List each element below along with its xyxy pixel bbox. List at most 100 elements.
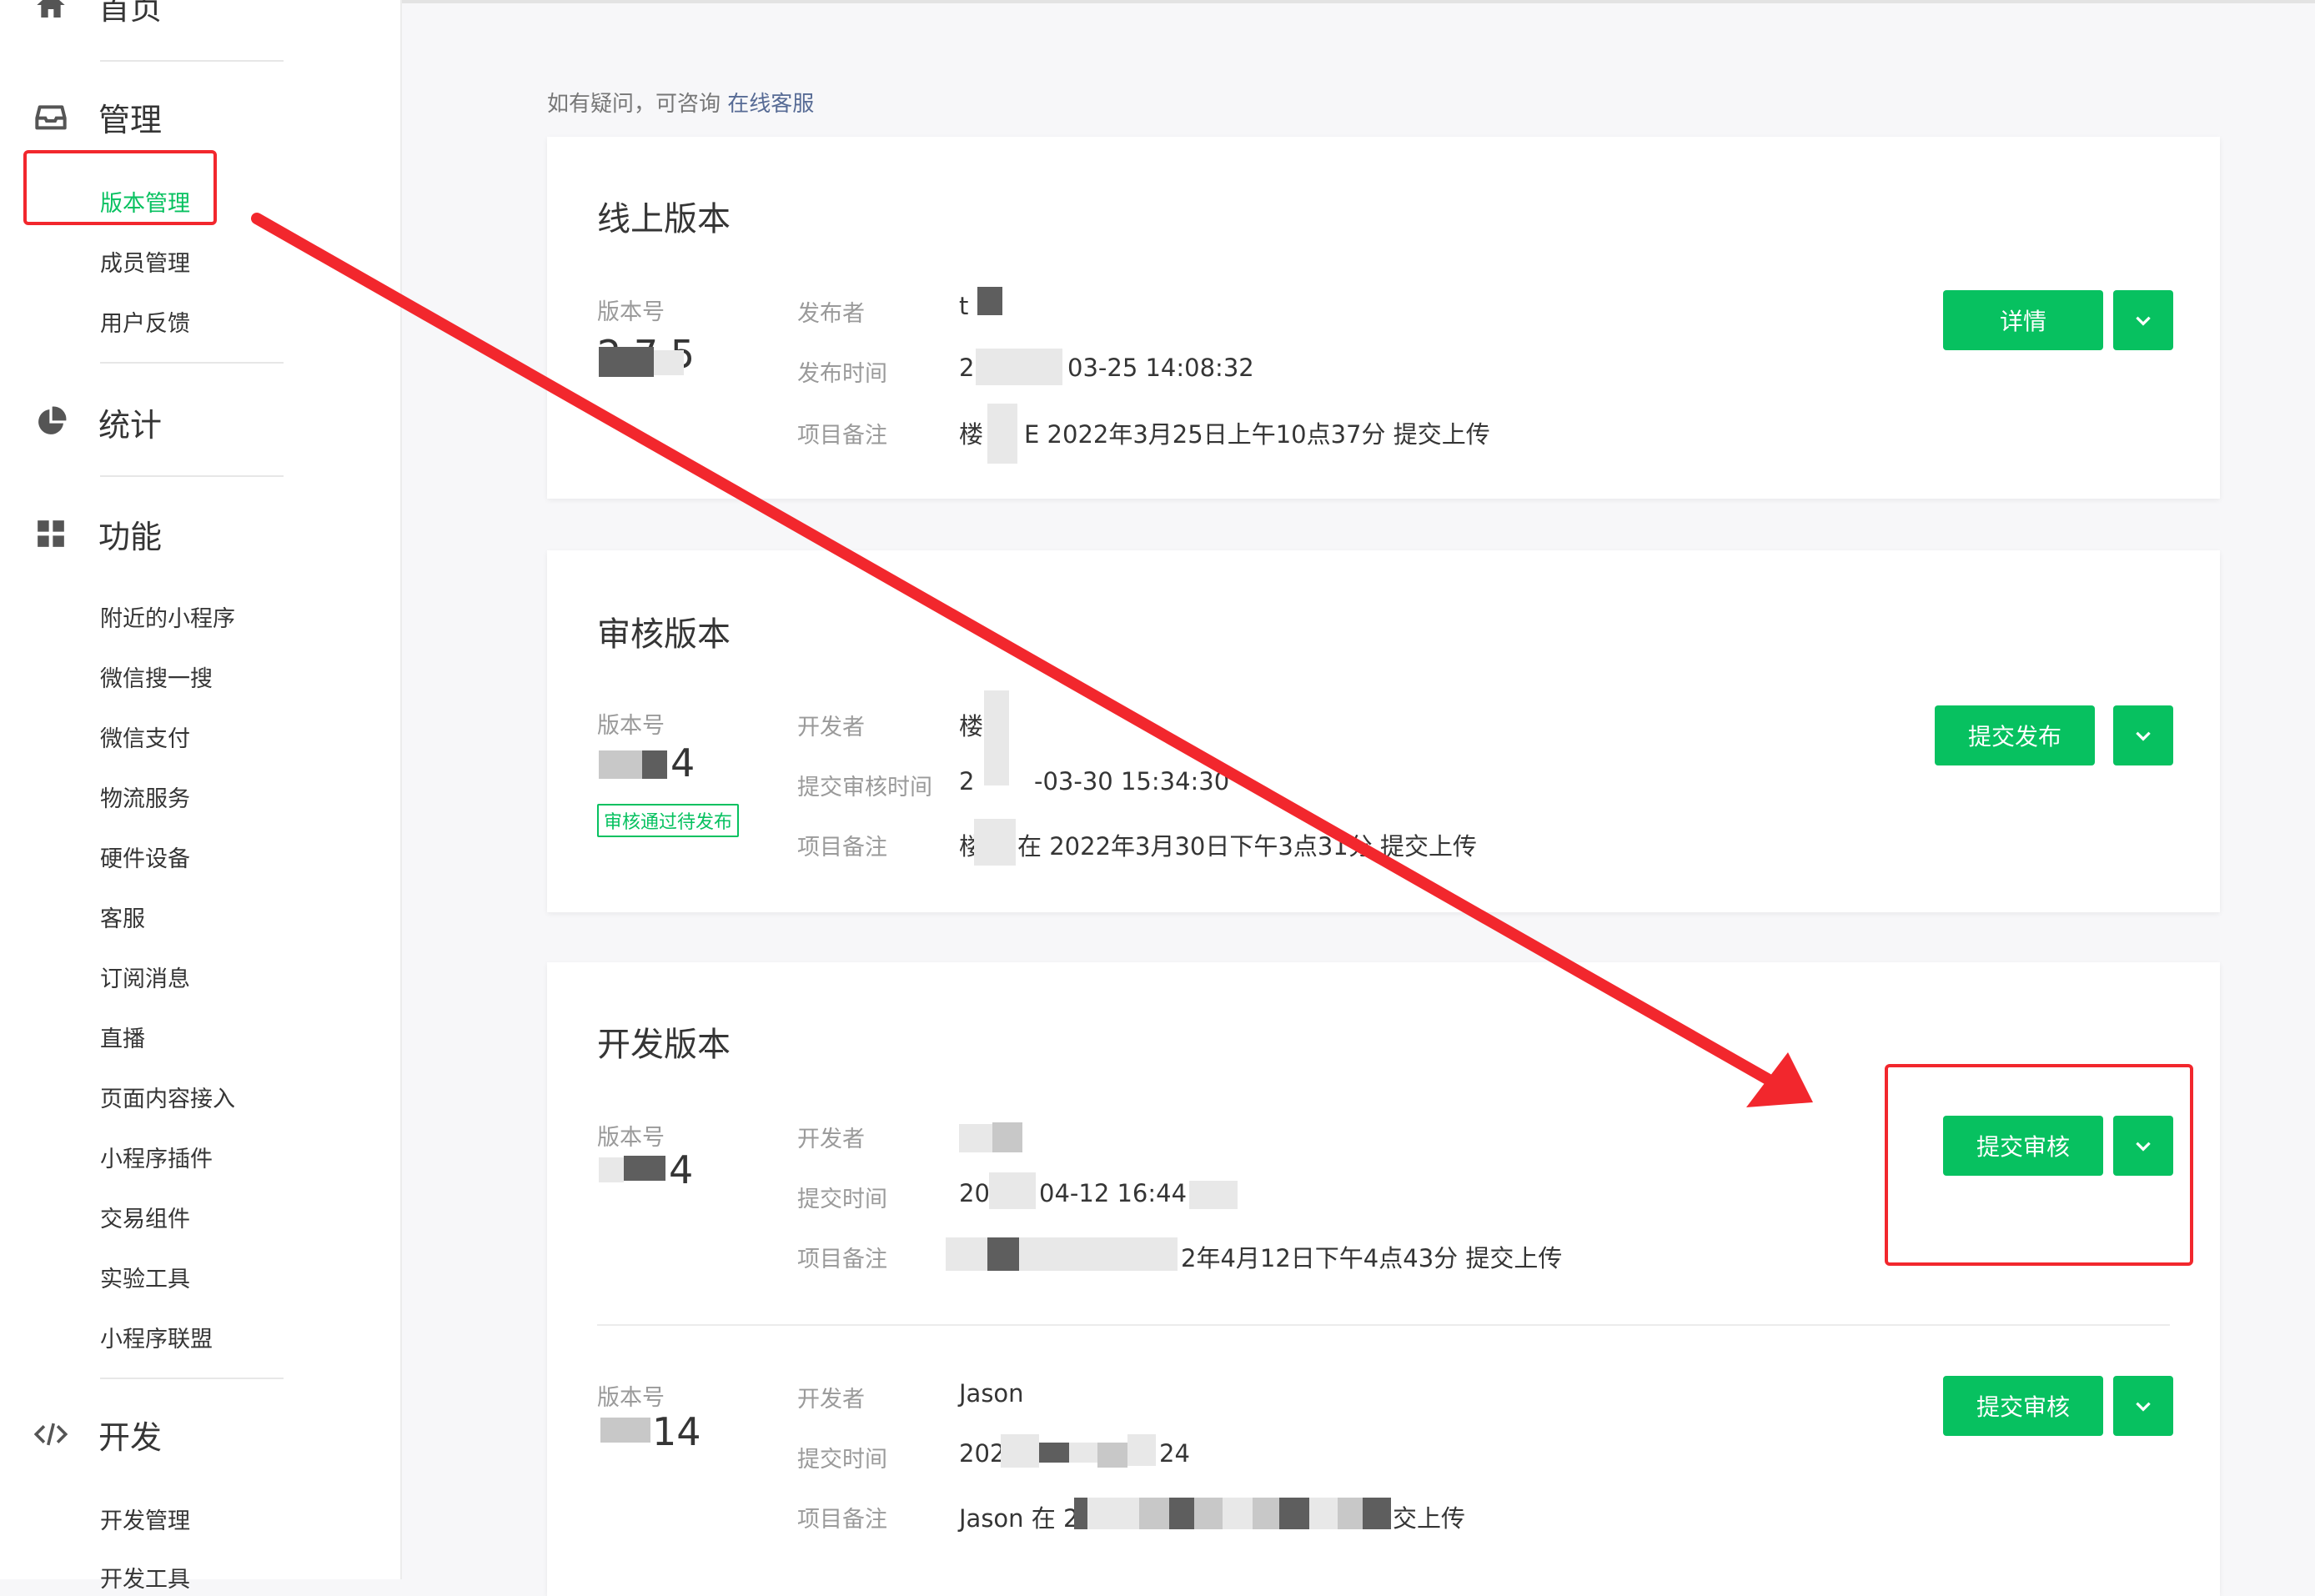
sidebar-item-hardware[interactable]: 硬件设备 bbox=[100, 841, 190, 873]
redacted-block bbox=[976, 349, 1062, 385]
redacted-block bbox=[1309, 1498, 1338, 1529]
more-dropdown-button[interactable] bbox=[2113, 1376, 2173, 1436]
note-value: 2年4月12日下午4点43分 提交上传 bbox=[1181, 1244, 1563, 1272]
sidebar-section-stats[interactable]: 统计 bbox=[33, 397, 162, 447]
version-label: 版本号 bbox=[597, 713, 665, 739]
redacted-block bbox=[1169, 1498, 1194, 1529]
help-hint-text: 如有疑问，可咨询 bbox=[547, 92, 721, 117]
developer-label: 开发者 bbox=[797, 1387, 865, 1413]
publish-time-prefix: 2 bbox=[959, 354, 975, 382]
annotation-highlight-version-management bbox=[23, 150, 217, 225]
submit-time-suffix: 24 bbox=[1159, 1439, 1190, 1468]
publish-time-label: 发布时间 bbox=[797, 361, 887, 387]
code-icon bbox=[33, 1417, 68, 1452]
main-content: 如有疑问，可咨询 在线客服 线上版本 版本号 2.7.5 发布者 t 发布时间 … bbox=[402, 0, 2315, 1596]
note-label: 项目备注 bbox=[797, 835, 887, 861]
sidebar-item-nearby-miniprogram[interactable]: 附近的小程序 bbox=[100, 600, 235, 633]
sidebar-item-dev-tools[interactable]: 开发工具 bbox=[100, 1561, 190, 1593]
redacted-block bbox=[599, 347, 654, 377]
annotation-highlight-submit-review bbox=[1885, 1064, 2193, 1266]
redacted-block bbox=[1338, 1498, 1363, 1529]
sidebar-item-customer-service[interactable]: 客服 bbox=[100, 901, 145, 933]
card-title: 审核版本 bbox=[597, 615, 731, 654]
more-dropdown-button[interactable] bbox=[2113, 705, 2173, 765]
redacted-block bbox=[1189, 1181, 1238, 1209]
grid-icon bbox=[33, 516, 68, 551]
sidebar-item-live[interactable]: 直播 bbox=[100, 1021, 145, 1053]
note-label: 项目备注 bbox=[797, 1507, 887, 1533]
note-value: 在 2022年3月30日下午3点31分 提交上传 bbox=[1017, 832, 1477, 861]
dev-version-card: 开发版本 版本号 4 开发者 提交时间 20 04-12 16:44:0 项目备… bbox=[547, 962, 2220, 1596]
redacted-block bbox=[989, 1172, 1036, 1209]
sidebar-section-label: 管理 bbox=[98, 101, 163, 138]
redacted-block bbox=[1001, 1434, 1039, 1468]
version-label: 版本号 bbox=[597, 299, 665, 325]
redacted-block bbox=[1253, 1498, 1279, 1529]
publish-time-value: 03-25 14:08:32 bbox=[1067, 354, 1254, 382]
redacted-block bbox=[977, 287, 1002, 315]
review-time-value: -03-30 15:34:30 bbox=[1034, 767, 1230, 795]
redacted-block bbox=[1074, 1498, 1087, 1529]
sidebar-item-page-content[interactable]: 页面内容接入 bbox=[100, 1081, 235, 1113]
note-value: E 2022年3月25日上午10点37分 提交上传 bbox=[1024, 420, 1490, 449]
sidebar-item-user-feedback[interactable]: 用户反馈 bbox=[100, 305, 190, 338]
redacted-block bbox=[959, 1124, 992, 1152]
review-time-prefix: 2 bbox=[959, 767, 975, 795]
redacted-block bbox=[599, 1157, 624, 1182]
redacted-block bbox=[654, 350, 684, 375]
developer-value: 楼 bbox=[959, 712, 984, 740]
sidebar-item-trade-component[interactable]: 交易组件 bbox=[100, 1201, 190, 1233]
redacted-block bbox=[1087, 1498, 1139, 1529]
redacted-block bbox=[1139, 1498, 1169, 1529]
submit-time-label: 提交时间 bbox=[797, 1187, 887, 1212]
redacted-block bbox=[1039, 1443, 1069, 1463]
card-title: 线上版本 bbox=[597, 200, 731, 238]
sidebar-item-plugins[interactable]: 小程序插件 bbox=[100, 1141, 213, 1173]
sidebar-item-dev-management[interactable]: 开发管理 bbox=[100, 1503, 190, 1535]
redacted-block bbox=[1097, 1443, 1127, 1468]
sidebar-section-label: 开发 bbox=[98, 1418, 163, 1456]
online-service-link[interactable]: 在线客服 bbox=[727, 92, 814, 117]
redacted-block bbox=[642, 750, 667, 779]
note-prefix: 楼 bbox=[959, 420, 984, 449]
sidebar-item-wechat-pay[interactable]: 微信支付 bbox=[100, 720, 190, 753]
version-number: 4 bbox=[669, 1147, 694, 1192]
note-label: 项目备注 bbox=[797, 423, 887, 449]
sidebar-section-label: 统计 bbox=[98, 406, 163, 444]
redacted-block bbox=[992, 1122, 1022, 1152]
details-button[interactable]: 详情 bbox=[1943, 290, 2103, 350]
sidebar-section-develop[interactable]: 开发 bbox=[33, 1409, 162, 1459]
status-badge: 审核通过待发布 bbox=[597, 804, 740, 837]
sidebar-item-member-management[interactable]: 成员管理 bbox=[100, 245, 190, 278]
inbox-icon bbox=[33, 99, 68, 134]
submit-time-value: 04-12 16:44:0 bbox=[1039, 1179, 1211, 1207]
redacted-block bbox=[1127, 1434, 1156, 1466]
sidebar-section-features[interactable]: 功能 bbox=[33, 509, 162, 559]
redacted-block bbox=[600, 1418, 650, 1443]
chevron-down-icon bbox=[2136, 316, 2151, 326]
sidebar-item-alliance[interactable]: 小程序联盟 bbox=[100, 1321, 213, 1353]
submit-publish-button[interactable]: 提交发布 bbox=[1935, 705, 2095, 765]
developer-label: 开发者 bbox=[797, 1127, 865, 1152]
publisher-value: t bbox=[959, 292, 969, 320]
sidebar-section-label: 功能 bbox=[98, 518, 163, 555]
sidebar-item-logistics[interactable]: 物流服务 bbox=[100, 780, 190, 813]
version-number: 4 bbox=[670, 740, 696, 785]
submit-review-button[interactable]: 提交审核 bbox=[1943, 1376, 2103, 1436]
chevron-down-icon bbox=[2136, 731, 2151, 741]
sidebar-divider bbox=[100, 362, 284, 364]
version-number: 14 bbox=[652, 1409, 701, 1454]
sidebar-item-subscribe-message[interactable]: 订阅消息 bbox=[100, 961, 190, 993]
sidebar-section-home[interactable]: 首页 bbox=[33, 0, 162, 30]
review-version-card: 审核版本 版本号 4 审核通过待发布 开发者 楼 提交审核时间 2 -03-30… bbox=[547, 550, 2220, 912]
home-icon bbox=[33, 0, 68, 23]
note-prefix: Jason 在 2 bbox=[959, 1504, 1079, 1533]
more-dropdown-button[interactable] bbox=[2113, 290, 2173, 350]
redacted-block bbox=[1019, 1237, 1178, 1271]
sidebar-item-experiment-tools[interactable]: 实验工具 bbox=[100, 1261, 190, 1293]
sidebar-section-manage[interactable]: 管理 bbox=[33, 92, 162, 142]
pie-chart-icon bbox=[33, 404, 68, 439]
sidebar-item-wechat-search[interactable]: 微信搜一搜 bbox=[100, 660, 213, 693]
review-time-label: 提交审核时间 bbox=[797, 775, 932, 801]
submit-time-label: 提交时间 bbox=[797, 1447, 887, 1473]
